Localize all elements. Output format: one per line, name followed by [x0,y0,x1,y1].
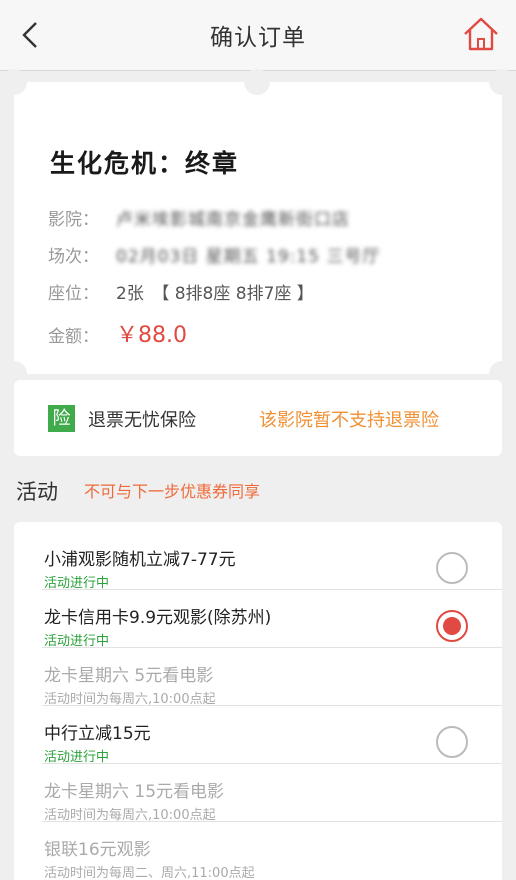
activity-item-disabled: 龙卡星期六 15元看电影 活动时间为每周六,10:00点起 [14,764,502,823]
insurance-label: 退票无忧保险 [88,410,196,431]
top-bar: 确认订单 [0,0,516,71]
refund-insurance-card: 险 退票无忧保险 该影院暂不支持退票险 [14,380,502,456]
amount-row: 金额： ￥88.0 [48,322,187,348]
activity-radio[interactable] [436,726,468,758]
home-icon[interactable] [462,15,500,53]
activity-item-disabled: 银联16元观影 活动时间为每周二、周六,11:00点起 [14,822,502,880]
activities-note: 不可与下一步优惠券同享 [84,482,261,501]
activity-item[interactable]: 小浦观影随机立减7-77元 活动进行中 [14,532,502,591]
activity-radio[interactable] [436,552,468,584]
insurance-note: 该影院暂不支持退票险 [259,410,439,431]
ticket-notch [244,69,270,95]
seat-row: 座位： 2张 【 8排8座 8排7座 】 [48,279,314,304]
activity-name: 银联16元观影 [44,840,151,860]
activities-list: 小浦观影随机立减7-77元 活动进行中 龙卡信用卡9.9元观影(除苏州) 活动进… [14,522,502,880]
amount-label: 金额： [48,327,99,347]
activity-item[interactable]: 中行立减15元 活动进行中 [14,706,502,765]
seat-value: 2张 【 8排8座 8排7座 】 [116,284,314,304]
ticket-card: 生化危机：终章 影院： 卢米埃影城南京金鹰新街口店 场次： 02月03日 星期五… [1,69,515,387]
activity-name: 中行立减15元 [44,724,151,744]
activity-name: 龙卡星期六 15元看电影 [44,782,225,802]
session-value: 02月03日 星期五 19:15 三号厅 [116,247,381,267]
cinema-row: 影院： 卢米埃影城南京金鹰新街口店 [48,205,349,230]
amount-value: ￥88.0 [116,323,187,348]
page-title: 确认订单 [210,25,306,51]
session-row: 场次： 02月03日 星期五 19:15 三号厅 [48,242,379,267]
activities-title: 活动 [16,480,58,504]
activity-name: 小浦观影随机立减7-77元 [44,550,236,570]
ticket-notch [1,69,27,95]
insurance-icon: 险 [48,405,75,432]
activity-name: 龙卡信用卡9.9元观影(除苏州) [44,608,272,628]
cinema-value: 卢米埃影城南京金鹰新街口店 [116,210,350,230]
activity-item-disabled: 龙卡星期六 5元看电影 活动时间为每周六,10:00点起 [14,648,502,707]
activity-name: 龙卡星期六 5元看电影 [44,666,214,686]
movie-title: 生化危机：终章 [50,149,240,178]
activity-item[interactable]: 龙卡信用卡9.9元观影(除苏州) 活动进行中 [14,590,502,649]
activity-status: 活动时间为每周二、周六,11:00点起 [44,866,255,880]
seat-label: 座位： [48,284,99,304]
session-label: 场次： [48,247,99,267]
activity-radio-selected[interactable] [436,610,468,642]
ticket-notch [489,69,515,95]
cinema-label: 影院： [48,210,99,230]
